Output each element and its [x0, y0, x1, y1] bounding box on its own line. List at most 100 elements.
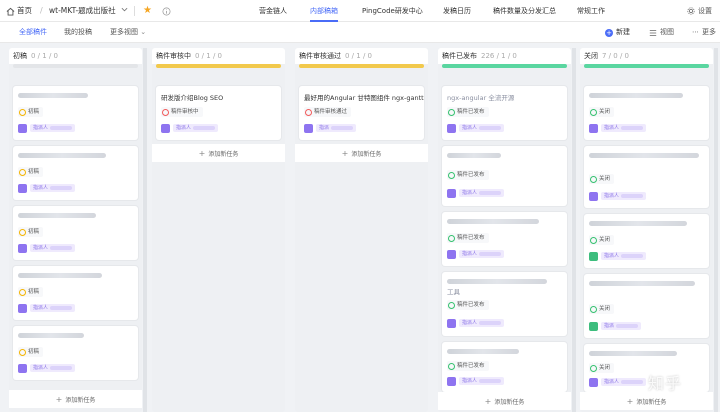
assignee-blur [621, 125, 644, 130]
task-card[interactable]: 初稿 指派人 [13, 206, 138, 260]
column-header: 关闭 7 / 0 / 0 [580, 48, 713, 64]
project-name[interactable]: wt-MKT-题成出版社 [49, 0, 116, 22]
task-card[interactable]: 稿件已发布 指派人 [442, 342, 567, 392]
info-icon[interactable] [162, 0, 172, 22]
add-task-button[interactable]: + 添加新任务 [152, 144, 285, 162]
status-badge[interactable]: 初稿 [18, 227, 44, 237]
star-icon[interactable]: ★ [143, 0, 152, 22]
task-card[interactable]: 研发版介绍Blog SEO 稿件审核中 指派人 [156, 86, 281, 140]
nav-tab-4[interactable]: 稿件数量及分发汇总 [493, 0, 556, 22]
assignee[interactable]: 指派人 [447, 249, 505, 259]
status-badge[interactable]: 初稿 [18, 167, 44, 177]
status-badge[interactable]: 稿件已发布 [447, 170, 489, 180]
chevron-down-icon[interactable] [121, 0, 128, 22]
status-badge[interactable]: 关闭 [589, 363, 615, 373]
assignee[interactable]: 指派人 [589, 123, 647, 133]
assignee-label: 指派 [604, 323, 615, 329]
task-card[interactable]: 关闭 指派人 [584, 86, 709, 140]
nav-tab-2[interactable]: PingCode研发中心 [362, 0, 423, 22]
task-card[interactable]: 关闭 指派人 [584, 214, 709, 268]
status-badge[interactable]: 稿件已发布 [447, 107, 489, 117]
assignee[interactable]: 指派 [304, 123, 357, 133]
home-link[interactable]: 首页 [17, 0, 32, 22]
task-card[interactable]: 最好用的Angular 甘特图组件 ngx-gantt 稿件审核通过 指派 [299, 86, 424, 140]
avatar-icon [304, 123, 313, 133]
assignee-chip: 指派人 [459, 124, 505, 132]
status-label: 稿件已发布 [457, 302, 485, 308]
more-dots-icon: ⋯ [692, 28, 699, 36]
task-card[interactable]: ngx-angular 全流开源 稿件已发布 指派人 [442, 86, 567, 140]
task-card[interactable]: 关闭 指派人 [584, 344, 709, 392]
avatar-icon [161, 123, 170, 133]
nav-tab-3[interactable]: 发稿日历 [443, 0, 471, 22]
assignee-label: 指派人 [33, 125, 49, 131]
settings-button[interactable]: 设置 [687, 0, 712, 22]
status-badge[interactable]: 稿件已发布 [447, 361, 489, 371]
add-task-button[interactable]: + 添加新任务 [295, 144, 428, 162]
status-label: 初稿 [28, 169, 40, 175]
status-badge[interactable]: 初稿 [18, 287, 44, 297]
assignee-label: 指派人 [33, 245, 49, 251]
assignee[interactable]: 指派人 [18, 123, 76, 133]
task-card[interactable]: 关闭 指派 [584, 274, 709, 338]
task-card[interactable]: 初稿 指派人 [13, 266, 138, 320]
status-badge[interactable]: 稿件已发布 [447, 233, 489, 243]
view-tab-mine[interactable]: 我的投稿 [64, 22, 92, 43]
assignee[interactable]: 指派人 [18, 363, 76, 373]
card-title-blurred [447, 219, 539, 224]
add-task-button[interactable]: + 添加新任务 [580, 392, 713, 410]
assignee[interactable]: 指派人 [18, 183, 76, 193]
status-badge[interactable]: 初稿 [18, 347, 44, 357]
task-card[interactable]: 稿件已发布 指派人 [442, 146, 567, 206]
home-icon[interactable] [6, 0, 15, 22]
status-badge[interactable]: 初稿 [18, 107, 44, 117]
status-badge[interactable]: 稿件审核通过 [304, 107, 352, 117]
status-badge[interactable]: 关闭 [589, 235, 615, 245]
view-tab-all[interactable]: 全部稿件 [19, 22, 47, 43]
assignee-chip: 指派人 [459, 250, 505, 258]
task-card[interactable]: 初稿 指派人 [13, 146, 138, 200]
assignee-blur [621, 193, 644, 198]
assignee[interactable]: 指派人 [447, 318, 505, 328]
plus-icon: + [55, 394, 63, 404]
assignee[interactable]: 指派人 [447, 376, 505, 386]
assignee[interactable]: 指派人 [18, 303, 76, 313]
status-badge[interactable]: 稿件已发布 [447, 300, 489, 310]
assignee[interactable]: 指派人 [161, 123, 219, 133]
add-task-button[interactable]: + 添加新任务 [438, 392, 571, 410]
task-card[interactable]: 初稿 指派人 [13, 86, 138, 140]
assignee[interactable]: 指派人 [18, 243, 76, 253]
assignee[interactable]: 指派人 [447, 188, 505, 198]
assignee[interactable]: 指派人 [589, 191, 647, 201]
nav-tab-0[interactable]: 营金链人 [259, 0, 287, 22]
scrollbar[interactable] [714, 48, 718, 412]
task-card[interactable]: 工具 稿件已发布 指派人 [442, 272, 567, 336]
avatar-icon [18, 123, 27, 133]
more-button[interactable]: ⋯ 更多 [692, 22, 716, 43]
assignee[interactable]: 指派人 [589, 377, 647, 387]
assignee-blur [479, 378, 502, 383]
assignee-blur [193, 125, 216, 130]
assignee[interactable]: 指派 [589, 321, 642, 331]
status-badge[interactable]: 关闭 [589, 304, 615, 314]
view-tab-more[interactable]: 更多视图 ⌄ [110, 22, 146, 43]
status-label: 关闭 [599, 109, 611, 115]
task-card[interactable]: 稿件已发布 指派人 [442, 212, 567, 266]
scrollbar[interactable] [572, 48, 576, 412]
watermark: 知乎 [648, 374, 683, 393]
assignee-chip: 指派人 [601, 252, 647, 260]
status-badge[interactable]: 关闭 [589, 174, 615, 184]
assignee[interactable]: 指派人 [589, 251, 647, 261]
add-task-button[interactable]: + 添加新任务 [9, 390, 142, 408]
task-card[interactable]: 初稿 指派人 [13, 326, 138, 380]
view-button[interactable]: 视图 [649, 22, 674, 43]
nav-tab-5[interactable]: 常规工作 [577, 0, 605, 22]
status-dot-icon [448, 301, 455, 309]
scrollbar[interactable] [143, 48, 147, 412]
new-button[interactable]: + 新建 [605, 22, 630, 43]
task-card[interactable]: 关闭 指派人 [584, 146, 709, 208]
nav-tab-1[interactable]: 内部稿箱 [310, 0, 338, 22]
status-badge[interactable]: 关闭 [589, 107, 615, 117]
assignee[interactable]: 指派人 [447, 123, 505, 133]
status-badge[interactable]: 稿件审核中 [161, 107, 203, 117]
